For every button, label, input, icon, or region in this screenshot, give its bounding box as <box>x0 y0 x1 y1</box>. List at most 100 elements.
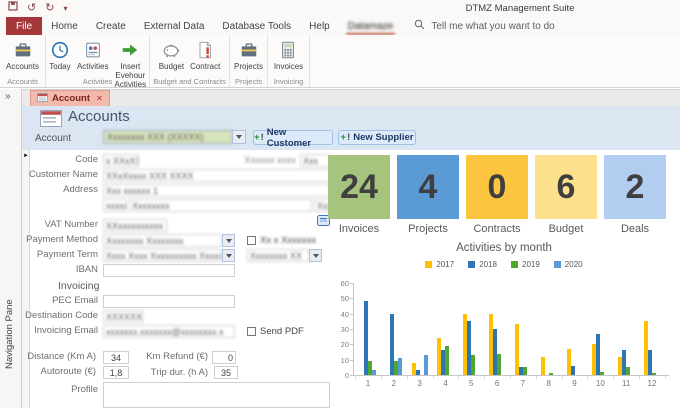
exclamation-icon: ! <box>347 132 351 143</box>
retailer-checkbox[interactable] <box>247 236 256 245</box>
vat-number-input[interactable]: XXxxxxxxxxxx <box>103 219 167 232</box>
legend-item-2020: 2020 <box>553 260 583 269</box>
today-button[interactable]: Today <box>47 38 73 72</box>
x-tick <box>458 376 460 379</box>
kpi-row: 24 Invoices 4 Projects 0 Contracts 6 Budget 2 Dea… <box>328 155 666 235</box>
ribbon-tab-row: File Home Create External Data Database Tool… <box>0 17 680 35</box>
ribbon: Accounts Accounts Today Activities Inser… <box>0 35 680 89</box>
trip-duration-input[interactable]: 35 <box>214 366 238 379</box>
plus-icon: + <box>254 132 260 143</box>
ribbon-tab-database-tools[interactable]: Database Tools <box>213 17 300 35</box>
qat-customize-icon[interactable]: ▾ <box>63 1 67 16</box>
form-icon <box>37 92 48 105</box>
x-tick <box>587 376 589 379</box>
y-axis-line <box>353 283 354 375</box>
top-right-label: Xxxxxx xxxx <box>244 155 296 166</box>
distance-input[interactable]: 34 <box>103 351 129 364</box>
address-input[interactable]: Xxx xxxxxx 1 <box>103 184 330 197</box>
expand-nav-icon[interactable]: » <box>5 91 11 102</box>
bar-2018-month-3 <box>415 370 420 375</box>
payment-term-side-combobox[interactable]: Xxxxxxxx XX <box>247 249 309 262</box>
address-label: Address <box>63 184 98 195</box>
chart: Activities by month 2017 2018 2019 2020 0 10… <box>328 238 680 408</box>
x-tick-label: 8 <box>546 379 551 388</box>
kpi-card-deals[interactable]: 2 <box>604 155 666 219</box>
top-right-input[interactable]: Xxx <box>300 154 330 167</box>
x-tick-label: 2 <box>391 379 397 388</box>
bar-2020-month-1 <box>372 370 376 375</box>
invoicing-email-input[interactable]: xxxxxxx.xxxxxxx@xxxxxxxx.x <box>103 325 235 338</box>
navigation-pane[interactable]: » Navigation Pane <box>0 89 22 408</box>
x-tick <box>613 376 615 379</box>
account-combobox[interactable]: Xxxxxxxx XXX (XXXXX) <box>103 130 233 144</box>
activities-button[interactable]: Activities <box>75 38 111 72</box>
ribbon-tab-home[interactable]: Home <box>42 17 87 35</box>
profile-textarea[interactable] <box>103 382 330 408</box>
code-input[interactable]: x XXxXX <box>103 154 139 167</box>
ribbon-tab-file[interactable]: File <box>6 17 43 35</box>
kpi-card-contracts[interactable]: 0 <box>466 155 528 219</box>
page-title: Accounts <box>68 108 130 125</box>
contract-button[interactable]: Contract <box>188 38 222 72</box>
payment-term-label: Payment Term <box>36 249 98 260</box>
payment-term-combobox[interactable]: Xxxx Xxxx Xxxxxxxxxx Xxxxx (XX) <box>103 249 222 262</box>
projects-button[interactable]: Projects <box>232 38 265 72</box>
profile-label: Profile <box>71 384 98 395</box>
kpi-card-budget[interactable]: 6 <box>535 155 597 219</box>
tab-account[interactable]: Account ✕ <box>30 90 110 106</box>
autoroute-input[interactable]: 1,8 <box>103 366 129 379</box>
form-header-banner: Accounts Account Xxxxxxxx XXX (XXXXX) +!… <box>22 106 680 150</box>
new-customer-button[interactable]: +! New Customer <box>253 127 333 149</box>
bar-2019-month-8 <box>548 373 553 375</box>
tell-me-search[interactable]: Tell me what you want to do <box>414 17 555 35</box>
new-supplier-button[interactable]: +! New Supplier <box>338 130 416 145</box>
payment-term-side-arrow[interactable] <box>309 249 322 262</box>
vat-number-label: VAT Number <box>44 219 98 230</box>
accounts-button[interactable]: Accounts <box>4 38 41 72</box>
payment-method-combobox[interactable]: Xxxxxxxx Xxxxxxxx <box>103 234 222 247</box>
chart-legend: 2017 2018 2019 2020 <box>328 260 680 269</box>
ribbon-group-budget-contracts: Budget Contract Budget and Contracts <box>150 35 230 87</box>
ribbon-tab-help[interactable]: Help <box>300 17 339 35</box>
destination-code-input[interactable]: XXXXXXX <box>103 310 143 323</box>
km-refund-input[interactable]: 0 <box>212 351 236 364</box>
x-tick-label: 5 <box>469 379 474 388</box>
bar-2019-month-12 <box>652 373 656 375</box>
legend-swatch <box>425 261 433 268</box>
kpi-contracts: 0 Contracts <box>466 155 528 235</box>
customer-name-input[interactable]: XXxXxxxx XXX XXXX <box>103 169 330 182</box>
send-pdf-checkbox[interactable] <box>247 327 256 336</box>
save-icon[interactable] <box>8 1 18 16</box>
address-city-input[interactable]: Xxxxxxxx <box>129 199 312 212</box>
ribbon-tab-label: External Data <box>143 20 205 32</box>
ribbon-tab-datamaze[interactable]: Datamaze <box>339 17 403 35</box>
address-zip-input[interactable]: xxxxx <box>103 199 127 212</box>
ribbon-tab-external-data[interactable]: External Data <box>135 17 214 35</box>
undo-icon[interactable]: ↺ <box>27 1 36 16</box>
bar-2018-month-12 <box>648 350 652 375</box>
code-label: Code <box>75 154 98 165</box>
legend-item-2019: 2019 <box>511 260 540 269</box>
iban-input[interactable] <box>103 264 235 277</box>
account-combobox-arrow[interactable] <box>232 130 246 144</box>
y-tick-label: 30 <box>340 325 349 334</box>
km-refund-label: Km Refund (€) <box>146 351 208 362</box>
kpi-card-projects[interactable]: 4 <box>397 155 459 219</box>
payment-method-arrow[interactable] <box>222 234 235 247</box>
redo-icon[interactable]: ↻ <box>45 1 54 16</box>
bar-2019-month-6 <box>497 353 502 375</box>
y-tick <box>350 329 353 330</box>
pec-email-input[interactable] <box>103 295 235 308</box>
ribbon-tab-create[interactable]: Create <box>87 17 135 35</box>
invoices-button[interactable]: Invoices <box>272 38 305 72</box>
legend-label: 2017 <box>436 260 455 269</box>
form-icon <box>40 110 62 132</box>
payment-term-arrow[interactable] <box>222 249 235 262</box>
app-window: ↺ ↻ ▾ DTMZ Management Suite File Home Crea… <box>0 0 680 408</box>
close-icon[interactable]: ✕ <box>96 94 103 103</box>
budget-button[interactable]: Budget <box>157 38 186 72</box>
legend-label: 2018 <box>479 260 497 269</box>
kpi-card-invoices[interactable]: 24 <box>328 155 390 219</box>
x-tick-label: 10 <box>595 379 605 388</box>
document-tab-strip: Account ✕ <box>22 89 680 106</box>
